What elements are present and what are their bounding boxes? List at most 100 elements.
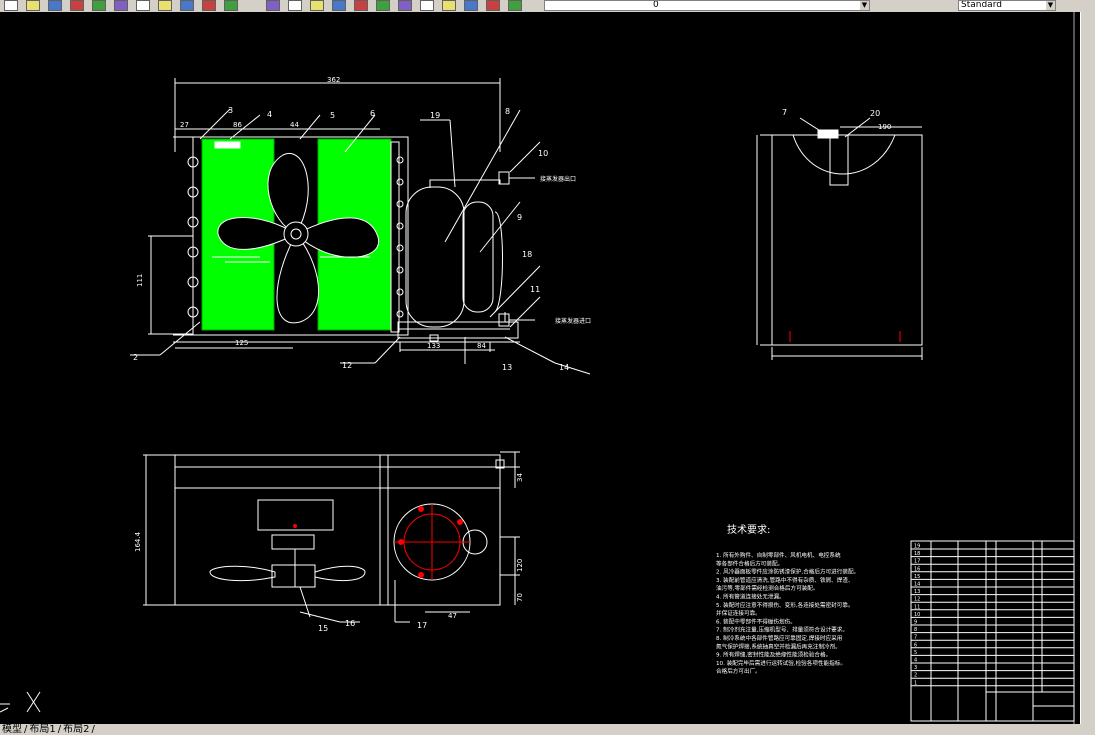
title-block-row-number: 15 — [914, 574, 920, 580]
dim-70: 70 — [516, 593, 524, 602]
title-block-row-number: 7 — [914, 635, 917, 641]
text-style-dropdown[interactable]: Standard ▼ — [958, 0, 1056, 11]
tech-requirement-line: 油污等,零部件需经检测合格后方可装配。 — [716, 584, 818, 592]
tech-requirement-line: 7. 制冷剂充注量,压缩机型号、排量须符合设计要求。 — [716, 626, 848, 634]
layer-dropdown[interactable]: 0 ▼ — [544, 0, 870, 11]
part-balloon: 6 — [370, 109, 375, 118]
title-block-row-number: 12 — [914, 597, 920, 603]
tech-requirement-line: 氮气保护焊接,系统抽真空并检漏后再充注制冷剂。 — [716, 642, 841, 650]
part-balloon: 3 — [228, 106, 233, 115]
drawing-canvas[interactable]: 362 27 86 44 111 125 190 133 84 47 34 12… — [0, 12, 1080, 724]
part-balloon: 5 — [330, 111, 335, 120]
calculator-icon[interactable] — [464, 0, 478, 11]
dim-111: 111 — [136, 274, 144, 287]
title-block-row-number: 19 — [914, 544, 920, 550]
tech-requirement-line: 6. 装配中零部件不得碰伤划伤。 — [716, 617, 796, 625]
dim-47: 47 — [448, 612, 457, 620]
tech-requirement-line: 8. 制冷系统中各部件管路应可靠固定,焊接时应采用 — [716, 634, 842, 642]
preview-icon[interactable] — [92, 0, 106, 11]
zoom-previous-icon[interactable] — [332, 0, 346, 11]
design-center-icon[interactable] — [376, 0, 390, 11]
title-block-row-number: 3 — [914, 665, 917, 671]
undo-icon[interactable] — [202, 0, 216, 11]
chevron-down-icon: ▼ — [1046, 1, 1055, 10]
help-icon[interactable] — [486, 0, 500, 11]
match-icon[interactable] — [180, 0, 194, 11]
cut-icon[interactable] — [114, 0, 128, 11]
dim-133: 133 — [427, 342, 440, 350]
part-balloon: 20 — [870, 109, 880, 118]
markup-icon[interactable] — [442, 0, 456, 11]
title-block-row-number: 10 — [914, 612, 920, 618]
copy-icon[interactable] — [136, 0, 150, 11]
dim-164: 164.4 — [134, 531, 142, 552]
top-view — [143, 451, 520, 623]
tech-requirement-line: 4. 所有管道连接处无泄漏。 — [716, 593, 785, 601]
part-balloon: 14 — [559, 363, 569, 372]
part-balloon: 18 — [522, 250, 532, 259]
part-balloon: 9 — [517, 213, 522, 222]
part-balloon: 10 — [538, 149, 548, 158]
pipe-label-outlet: 接蒸发器出口 — [540, 175, 576, 183]
title-block-row-number: 5 — [914, 650, 917, 656]
title-block-row-number: 13 — [914, 589, 920, 595]
save-icon[interactable] — [48, 0, 62, 11]
title-block-row-number: 17 — [914, 559, 920, 565]
zoom-window-icon[interactable] — [310, 0, 324, 11]
dim-84: 84 — [477, 342, 486, 350]
title-block-row-number: 11 — [914, 604, 920, 610]
tech-requirement-line: 1. 所有外购件、自制零部件、风机电机、电控系统 — [716, 551, 841, 559]
title-block-row-number: 8 — [914, 627, 917, 633]
dim-34: 34 — [516, 473, 524, 482]
part-balloon: 7 — [782, 108, 787, 117]
tab-model[interactable]: 模型 — [0, 724, 24, 735]
part-balloon: 11 — [530, 285, 540, 294]
front-view — [130, 78, 591, 375]
sheet-set-icon[interactable] — [420, 0, 434, 11]
layer-manager-icon[interactable] — [508, 0, 522, 11]
open-icon[interactable] — [26, 0, 40, 11]
part-balloon: 17 — [417, 621, 427, 630]
layer-name: 0 — [653, 0, 659, 10]
pan-icon[interactable] — [266, 0, 280, 11]
tech-requirement-line: 2. 风冷器面板零件应涂防锈漆保护,合格后方可进行装配。 — [716, 568, 859, 576]
side-view — [756, 117, 923, 360]
part-balloon: 12 — [342, 361, 352, 370]
tech-requirement-line: 10. 装配完毕后需进行运转试验,检验各项性能指标。 — [716, 659, 846, 667]
zoom-realtime-icon[interactable] — [288, 0, 302, 11]
title-block-row-number: 9 — [914, 620, 917, 626]
dim-86: 86 — [233, 121, 242, 129]
part-balloon: 4 — [267, 110, 272, 119]
tool-palettes-icon[interactable] — [398, 0, 412, 11]
technical-requirements: 技术要求: 1. 所有外购件、自制零部件、风机电机、电控系统 等各部件合格后方可… — [716, 523, 859, 675]
chevron-down-icon: ▼ — [860, 1, 869, 10]
dim-120: 120 — [516, 559, 524, 572]
dim-125: 125 — [235, 339, 248, 347]
layout-tabs: 模型 / 布局1/布局2/ — [0, 724, 1095, 735]
part-balloon: 15 — [318, 624, 328, 633]
print-icon[interactable] — [70, 0, 84, 11]
vertical-scrollbar[interactable] — [1080, 12, 1095, 724]
cad-drawing: 362 27 86 44 111 125 190 133 84 47 34 12… — [0, 12, 1075, 724]
properties-icon[interactable] — [354, 0, 368, 11]
pipe-label-inlet: 接蒸发器进口 — [555, 317, 591, 325]
redo-icon[interactable] — [224, 0, 238, 11]
title-block-row-number: 18 — [914, 551, 920, 557]
part-balloon: 8 — [505, 107, 510, 116]
paste-icon[interactable] — [158, 0, 172, 11]
tech-title: 技术要求: — [727, 523, 770, 536]
tab-layout2[interactable]: 布局2 — [61, 724, 91, 735]
title-block-row-number: 2 — [914, 673, 917, 679]
title-block-row-number: 4 — [914, 658, 917, 664]
ucs-icon — [0, 691, 41, 713]
part-balloon: 2 — [133, 353, 138, 362]
dim-190: 190 — [878, 123, 891, 131]
tech-requirement-line: 5. 装配时应注意不得损伤、变形,各连接处需密封可靠。 — [716, 601, 854, 609]
tech-requirement-line: 合格后方可出厂。 — [716, 667, 761, 675]
tech-requirement-line: 9. 所有焊缝,密封性能及绝缘性能须检验合格。 — [716, 651, 831, 659]
tech-requirement-line: 并保证连接可靠。 — [716, 609, 761, 617]
tech-requirement-line: 等各部件合格后方可装配。 — [716, 559, 783, 567]
tab-layout1[interactable]: 布局1 — [27, 724, 57, 735]
new-icon[interactable] — [4, 0, 18, 11]
part-balloon: 13 — [502, 363, 512, 372]
